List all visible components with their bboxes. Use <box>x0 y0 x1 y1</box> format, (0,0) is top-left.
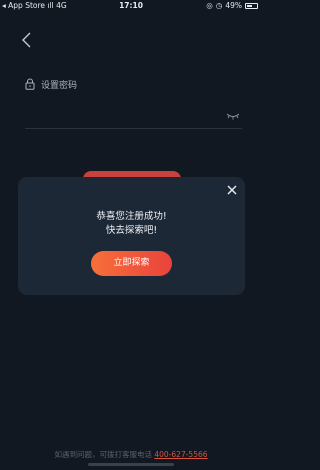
eye-closed-icon[interactable] <box>226 112 240 120</box>
status-bar: ◂ App Store ıll 4G 17:10 ◎ ◷ 49% <box>0 0 262 12</box>
modal-line-2: 快去探索吧! <box>105 225 158 236</box>
lock-icon <box>25 78 35 90</box>
home-indicator <box>88 463 174 466</box>
modal-line-1: 恭喜您注册成功! <box>96 211 167 222</box>
location-icon: ◎ <box>206 1 213 10</box>
explore-now-button[interactable]: 立即探索 <box>91 251 172 276</box>
footer-help: 如遇到问题，可拨打客服电话 400-627-5566 <box>0 449 262 460</box>
footer-text: 如遇到问题，可拨打客服电话 <box>54 450 155 459</box>
password-label: 设置密码 <box>41 81 78 91</box>
password-field-underline <box>25 128 242 129</box>
back-button[interactable] <box>18 30 36 50</box>
alarm-icon: ◷ <box>215 1 223 10</box>
support-phone-link[interactable]: 400-627-5566 <box>154 450 207 459</box>
status-right: ◎ ◷ 49% <box>206 0 258 12</box>
battery-icon <box>245 3 258 9</box>
success-modal: 恭喜您注册成功! 快去探索吧! 立即探索 <box>18 177 245 295</box>
close-icon[interactable] <box>225 183 239 197</box>
battery-percent: 49% <box>225 1 242 10</box>
modal-message: 恭喜您注册成功! 快去探索吧! <box>18 210 245 238</box>
